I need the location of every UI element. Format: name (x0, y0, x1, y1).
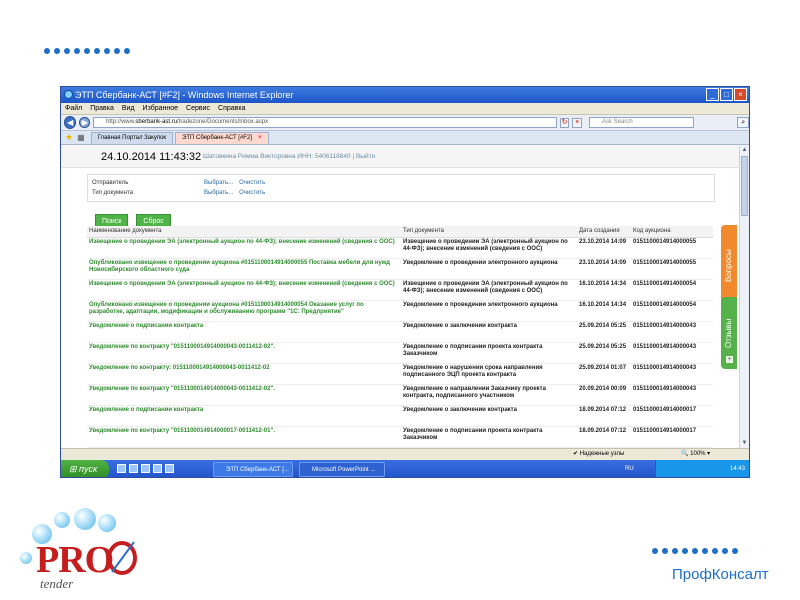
search-icon[interactable]: ⌕ (737, 117, 749, 128)
logo-ring-icon (107, 541, 137, 575)
table-row: Опубликовано извещение о проведении аукц… (87, 258, 713, 280)
col-auction-code[interactable]: Код аукциона (631, 226, 713, 238)
scroll-thumb[interactable] (741, 156, 748, 216)
menu-tools[interactable]: Сервис (186, 105, 210, 112)
col-doc-type[interactable]: Тип документа (401, 226, 577, 238)
quick-tabs-icon[interactable]: ▦ (77, 133, 85, 142)
col-created[interactable]: Дата создания (577, 226, 631, 238)
safe-nodes-status: ✔ Надежные узлы (573, 451, 625, 457)
search-input[interactable]: Ask Search (589, 117, 695, 128)
decorative-dots-bottom (652, 548, 738, 554)
window-titlebar: ЭТП Сбербанк-АСТ [#F2] - Windows Interne… (61, 87, 749, 103)
table-row: Уведомление о подписании контракта Уведом… (87, 321, 713, 343)
menu-edit[interactable]: Правка (90, 105, 114, 112)
menu-view[interactable]: Вид (122, 105, 135, 112)
doctype-clear-link[interactable]: Очистить (239, 190, 265, 196)
vertical-scrollbar[interactable]: ▲ ▼ (739, 146, 749, 448)
filter-doc-type: Тип документа Выбрать... Очистить (92, 190, 266, 196)
window-title: ЭТП Сбербанк-АСТ [#F2] - Windows Interne… (75, 90, 294, 100)
address-bar: ◀ ▶ http://www.sberbank-ast.ru/tradezone… (61, 115, 749, 131)
table-row: Уведомление по контракту: 01511000149140… (87, 363, 713, 385)
table-row: Уведомление по контракту "01511000149140… (87, 342, 713, 364)
minimize-button[interactable]: _ (706, 88, 719, 101)
quick-launch (117, 464, 174, 473)
doc-name-link[interactable]: Извещение о проведении ЭА (электронный а… (87, 237, 401, 259)
maximize-button[interactable]: □ (720, 88, 733, 101)
doc-name-link[interactable]: Уведомление по контракту "01511000149140… (87, 342, 401, 364)
table-row: Опубликовано извещение о проведении аукц… (87, 300, 713, 322)
table-row: Уведомление о подписании контракта Уведом… (87, 405, 713, 427)
menu-file[interactable]: Файл (65, 105, 82, 112)
quick-launch-icon[interactable] (153, 464, 162, 473)
user-info[interactable]: Шатовкина Римма Викторовна ИНН: 54061188… (203, 153, 375, 160)
taskbar-item-powerpoint[interactable]: Microsoft PowerPoint ... (299, 462, 385, 477)
table-row: Уведомление по контракту "01511000149140… (87, 426, 713, 448)
zoom-level[interactable]: 🔍 100% ▾ (681, 449, 710, 460)
stop-icon[interactable]: × (572, 117, 583, 128)
status-bar: ✔ Надежные узлы 🔍 100% ▾ (61, 448, 749, 460)
menu-favorites[interactable]: Избранное (143, 105, 178, 112)
tab-portal[interactable]: Главная Портал Закупок (90, 132, 174, 144)
doc-name-link[interactable]: Уведомление о подписании контракта (87, 405, 401, 427)
current-datetime: 24.10.2014 11:43:32 (101, 150, 202, 163)
logo-subtitle: tender (40, 576, 74, 591)
refresh-icon[interactable]: ↻ (559, 117, 570, 128)
table-row: Извещение о проведении ЭА (электронный а… (87, 279, 713, 301)
user-line: 24.10.2014 11:43:32 Шатовкина Римма Викт… (61, 146, 741, 168)
questions-side-tab[interactable]: Вопросы (721, 225, 737, 307)
ie-icon (64, 90, 73, 99)
protender-logo: PRO tender (18, 508, 148, 596)
doc-name-link[interactable]: Уведомление по контракту "01511000149140… (87, 426, 401, 448)
language-indicator[interactable]: RU (625, 460, 634, 477)
sender-clear-link[interactable]: Очистить (239, 180, 265, 186)
filter-panel: Отправитель Выбрать... Очистить Тип доку… (87, 174, 715, 202)
close-button[interactable]: × (734, 88, 747, 101)
table-row: Уведомление по контракту "01511000149140… (87, 384, 713, 406)
doc-name-link[interactable]: Извещение о проведении ЭА (электронный а… (87, 279, 401, 301)
tab-bar: ★ ▦ Главная Портал Закупок ЭТП Сбербанк-… (61, 131, 749, 145)
scroll-down-icon[interactable]: ▼ (740, 439, 749, 448)
forward-button[interactable]: ▶ (79, 117, 91, 128)
documents-table: Наименование документа Тип документа Дат… (87, 226, 713, 448)
start-button[interactable]: ⊞ пуск (61, 460, 109, 477)
taskbar-item-browser[interactable]: ЭТП Сбербанк-АСТ [... (213, 462, 293, 477)
scroll-up-icon[interactable]: ▲ (740, 146, 749, 155)
clock: 14:43 (729, 466, 745, 472)
quick-launch-icon[interactable] (117, 464, 126, 473)
doc-name-link[interactable]: Опубликовано извещение о проведении аукц… (87, 300, 401, 322)
quick-launch-icon[interactable] (129, 464, 138, 473)
browser-window: ЭТП Сбербанк-АСТ [#F2] - Windows Interne… (60, 86, 750, 478)
doc-name-link[interactable]: Опубликовано извещение о проведении аукц… (87, 258, 401, 280)
doc-name-link[interactable]: Уведомление о подписании контракта (87, 321, 401, 343)
system-tray: 14:43 (655, 460, 749, 477)
menu-help[interactable]: Справка (218, 105, 245, 112)
quick-launch-icon[interactable] (165, 464, 174, 473)
windows-taskbar: ⊞ пуск ЭТП Сбербанк-АСТ [... Microsoft P… (61, 460, 749, 477)
menu-bar: Файл Правка Вид Избранное Сервис Справка (61, 103, 749, 115)
doctype-select-link[interactable]: Выбрать... (204, 190, 233, 196)
decorative-dots-top (44, 48, 130, 54)
tab-sberbank[interactable]: ЭТП Сбербанк-АСТ [#F2] × (175, 132, 269, 144)
brand-text: ПрофКонсалт (672, 566, 769, 583)
back-button[interactable]: ◀ (64, 116, 77, 129)
filter-sender: Отправитель Выбрать... Очистить (92, 180, 266, 186)
feedback-plus-icon[interactable]: + (725, 355, 734, 364)
page-content: 24.10.2014 11:43:32 Шатовкина Римма Викт… (61, 146, 741, 448)
favorites-star-icon[interactable]: ★ (65, 132, 73, 143)
doc-name-link[interactable]: Уведомление по контракту "01511000149140… (87, 384, 401, 406)
col-doc-name[interactable]: Наименование документа (87, 226, 401, 238)
doc-name-link[interactable]: Уведомление по контракту: 01511000149140… (87, 363, 401, 385)
quick-launch-icon[interactable] (141, 464, 150, 473)
table-row: Извещение о проведении ЭА (электронный а… (87, 237, 713, 259)
close-tab-icon[interactable]: × (258, 135, 262, 141)
sender-select-link[interactable]: Выбрать... (204, 180, 233, 186)
address-input[interactable]: http://www.sberbank-ast.ru/tradezone/Doc… (93, 117, 557, 128)
